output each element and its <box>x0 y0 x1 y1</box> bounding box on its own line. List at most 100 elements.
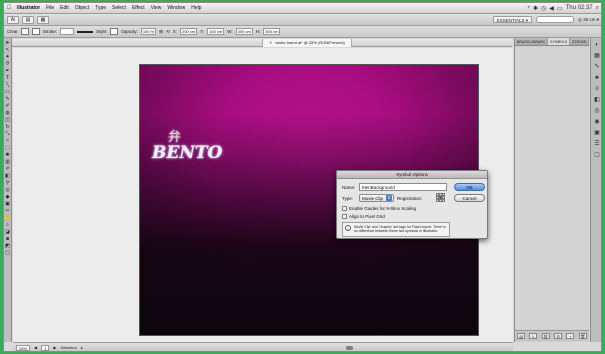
paintbrush-tool-icon[interactable]: ✎ <box>5 96 11 102</box>
pixel-grid-checkbox[interactable]: Align to Pixel Grid <box>342 213 442 220</box>
wifi-icon[interactable]: ◔ <box>526 5 530 11</box>
zoom-tool-icon[interactable]: ⌕ <box>5 222 11 228</box>
x-field[interactable]: 200 cm <box>179 28 198 35</box>
live-paint-tool-icon[interactable]: ◆ <box>5 194 11 200</box>
graphic-styles-panel-icon[interactable]: ▣ <box>593 129 601 137</box>
eraser-tool-icon[interactable]: ◫ <box>5 117 11 123</box>
status-menu-icon[interactable]: ▸ <box>81 345 83 350</box>
hand-tool-icon[interactable]: ✋ <box>5 215 11 221</box>
library-menu-icon[interactable]: ▤ <box>517 333 526 339</box>
workspace-switcher[interactable]: ESSENTIALS ▾ <box>492 16 533 23</box>
brushes-panel-icon[interactable]: ✎ <box>593 63 601 71</box>
tab-symbols[interactable]: SYMBOLS <box>548 38 571 45</box>
menu-help[interactable]: Help <box>188 5 204 11</box>
color-mode-icon[interactable]: ■ <box>5 236 11 242</box>
registration-point[interactable] <box>442 199 445 202</box>
new-symbol-icon[interactable]: + <box>566 333 575 339</box>
nine-slice-checkbox[interactable]: Enable Guides for 9-Slice Scaling <box>342 205 442 212</box>
graphic-style-swatch[interactable] <box>110 28 119 35</box>
warp-tool-icon[interactable]: ≈ <box>5 138 11 144</box>
options-icon[interactable]: ☰ <box>554 333 563 339</box>
pencil-tool-icon[interactable]: ✐ <box>5 103 11 109</box>
slice-tool-icon[interactable]: ✂ <box>5 208 11 214</box>
opacity-field[interactable]: 100 % <box>140 28 157 35</box>
stroke-weight-field[interactable] <box>60 28 75 35</box>
menu-file[interactable]: File <box>43 5 57 11</box>
magic-wand-tool-icon[interactable]: ✦ <box>5 54 11 60</box>
fill-stroke-swatches-icon[interactable]: ◪ <box>5 229 11 235</box>
stroke-panel-icon[interactable]: ≡ <box>593 85 601 93</box>
layers-panel-icon[interactable]: ☰ <box>593 140 601 148</box>
brush-definition-preview[interactable] <box>77 30 94 33</box>
artboards-panel-icon[interactable]: ▢ <box>593 151 601 159</box>
zoom-level-field[interactable]: 25% <box>16 344 31 351</box>
y-field[interactable]: 150 cm <box>207 28 225 35</box>
dialog-title[interactable]: Symbol Options <box>337 171 487 179</box>
align-icon[interactable]: ⊞ <box>159 29 163 35</box>
gradient-tool-icon[interactable]: ◧ <box>5 173 11 179</box>
place-symbol-icon[interactable]: ↳ <box>529 333 538 339</box>
break-link-icon[interactable]: ⛓ <box>541 333 550 339</box>
spotlight-icon[interactable]: ⌕ <box>596 5 599 12</box>
type-tool-icon[interactable]: T <box>5 75 11 81</box>
bridge-icon[interactable]: ▤ <box>22 15 34 24</box>
pen-tool-icon[interactable]: ✒ <box>5 68 11 74</box>
menu-edit[interactable]: Edit <box>57 5 72 11</box>
checkbox-box[interactable] <box>342 206 347 211</box>
trash-icon[interactable]: 🗑 <box>578 333 587 339</box>
eyedropper-tool-icon[interactable]: ⚲ <box>5 180 11 186</box>
line-tool-icon[interactable]: ╲ <box>5 82 11 88</box>
symbols-panel-body[interactable] <box>515 47 589 329</box>
menu-object[interactable]: Object <box>72 5 92 11</box>
close-icon[interactable]: ✕ <box>269 39 272 47</box>
apple-menu-icon[interactable]:  <box>4 5 14 11</box>
canvas[interactable]: 弁 BENTO Symbol Options Name: Type: Movie… <box>13 48 513 342</box>
clock[interactable]: Thu 02:37 <box>566 5 593 11</box>
app-zoom[interactable]: ◎ 25 cm ▾ <box>578 17 599 23</box>
symbol-sprayer-tool-icon[interactable]: ✺ <box>5 152 11 158</box>
swatches-panel-icon[interactable]: ▦ <box>593 52 601 60</box>
direct-selection-tool-icon[interactable]: ↖ <box>5 47 11 53</box>
menu-illustrator[interactable]: Illustrator <box>14 5 43 11</box>
menu-select[interactable]: Select <box>109 5 129 11</box>
artboard-next-icon[interactable]: ▶ <box>53 345 56 350</box>
gradient-panel-icon[interactable]: ◧ <box>593 96 601 104</box>
ok-button[interactable]: OK <box>454 183 485 191</box>
w-field[interactable]: 300 cm <box>235 28 253 35</box>
horizontal-scrollbar-thumb[interactable] <box>346 346 353 350</box>
menu-effect[interactable]: Effect <box>129 5 148 11</box>
artboard-tool-icon[interactable]: ▣ <box>5 201 11 207</box>
h-field[interactable]: 300 cm <box>263 28 281 35</box>
document-tab[interactable]: ✕ bento brand.ai* @ 25% (RGB/Preview) <box>262 39 352 47</box>
registration-grid[interactable] <box>436 193 445 202</box>
blend-tool-icon[interactable]: ◎ <box>5 187 11 193</box>
artboard-prev-icon[interactable]: ◀ <box>34 345 37 350</box>
tab-stroke[interactable]: STROKE <box>570 38 590 45</box>
free-transform-tool-icon[interactable]: ⬚ <box>5 145 11 151</box>
fill-swatch[interactable] <box>20 28 29 35</box>
bento-logo[interactable]: 弁 BENTO <box>152 129 232 183</box>
artboard-number-field[interactable]: 1 <box>41 344 50 351</box>
rotate-tool-icon[interactable]: ↻ <box>5 124 11 130</box>
menu-window[interactable]: Window <box>164 5 188 11</box>
battery-icon[interactable]: ▭ <box>557 5 563 12</box>
blob-brush-tool-icon[interactable]: ◍ <box>5 110 11 116</box>
screen-mode-icon[interactable]: ▢ <box>5 250 11 256</box>
search-input[interactable] <box>536 16 575 23</box>
rectangle-tool-icon[interactable]: ▭ <box>5 89 11 95</box>
tab-brush-library[interactable]: BRUSH LIBRARY <box>515 38 549 45</box>
drawing-modes-icon[interactable]: ◩ <box>5 243 11 249</box>
color-panel-icon[interactable]: ◐ <box>593 41 601 49</box>
graph-tool-icon[interactable]: ▥ <box>5 159 11 165</box>
lasso-tool-icon[interactable]: ϑ <box>5 61 11 67</box>
timemachine-icon[interactable]: ◷ <box>541 5 546 12</box>
selection-tool-icon[interactable]: ➤ <box>5 40 11 46</box>
arrange-documents-icon[interactable]: ▦ <box>37 15 49 24</box>
menu-type[interactable]: Type <box>92 5 109 11</box>
checkbox-box[interactable] <box>342 214 347 219</box>
menu-view[interactable]: View <box>148 5 165 11</box>
appearance-panel-icon[interactable]: ◉ <box>593 118 601 126</box>
mesh-tool-icon[interactable]: # <box>5 166 11 172</box>
bluetooth-icon[interactable]: ✱ <box>533 5 538 12</box>
volume-icon[interactable]: ◀ <box>549 5 554 12</box>
